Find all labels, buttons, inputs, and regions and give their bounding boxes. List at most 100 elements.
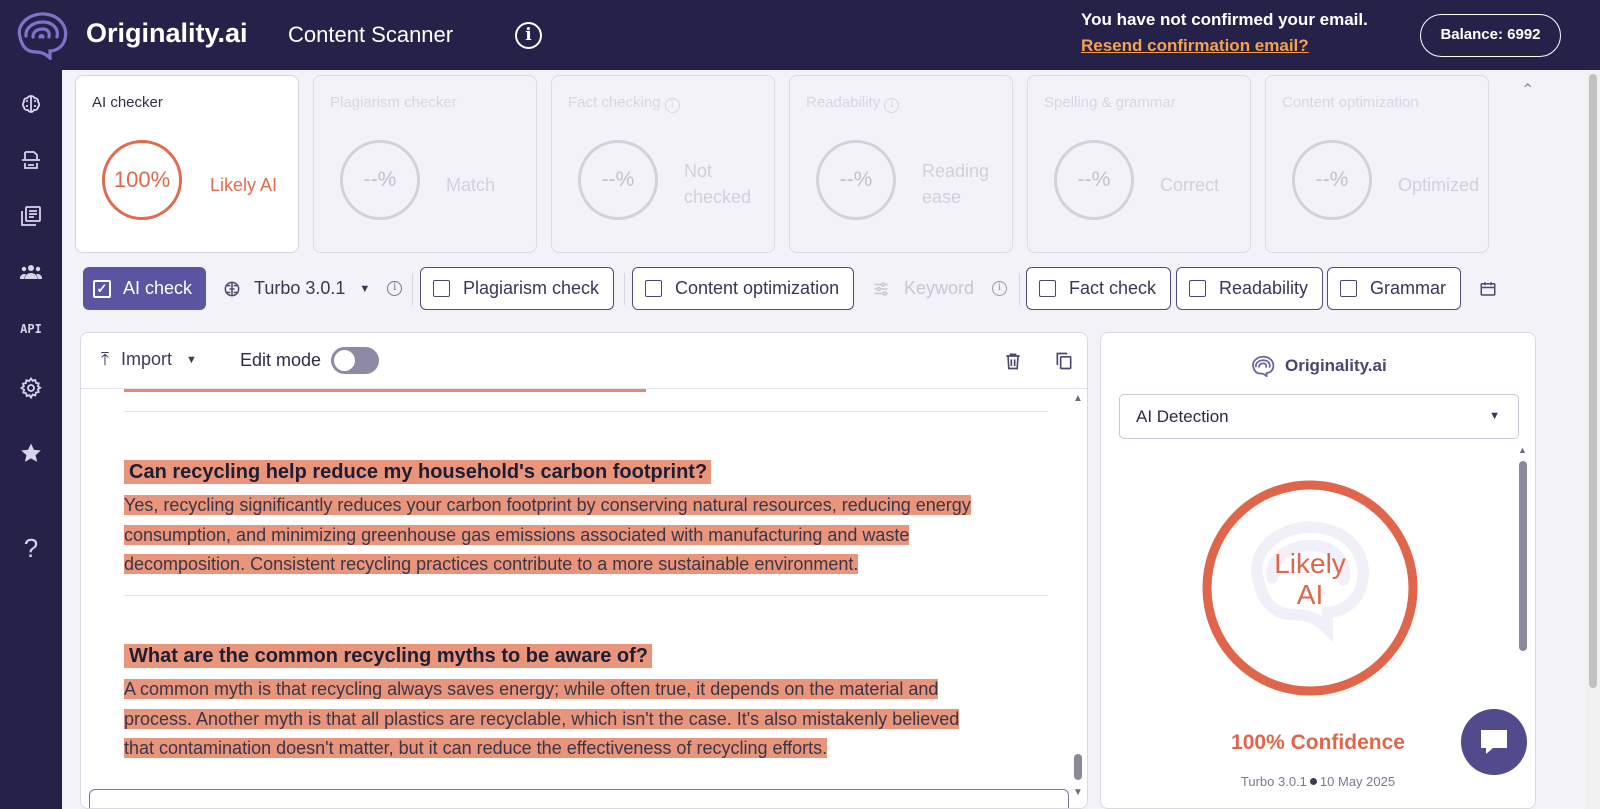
- card-title: Content optimization: [1282, 94, 1419, 111]
- top-bar: Originality.ai Content Scanner i You hav…: [0, 0, 1600, 70]
- card-title: Spelling & grammar: [1044, 94, 1176, 111]
- divider: [624, 273, 625, 305]
- chevron-up-icon[interactable]: ⌃: [1521, 80, 1534, 100]
- card-title: AI checker: [92, 94, 163, 111]
- checkbox-checked-icon: ✓: [93, 279, 111, 298]
- keyword-input[interactable]: Keyword i: [872, 267, 1008, 310]
- gear-icon[interactable]: [15, 372, 47, 404]
- info-icon[interactable]: i: [387, 281, 403, 296]
- resend-confirmation-link[interactable]: Resend confirmation email?: [1081, 36, 1309, 56]
- import-label: Import: [120, 349, 172, 369]
- divider: [412, 273, 413, 305]
- ai-check-button[interactable]: ✓ AI check: [83, 267, 207, 310]
- checkbox-icon: [1039, 280, 1056, 297]
- score-ring: 100%: [102, 140, 182, 220]
- brain-logo-icon: [1252, 355, 1275, 377]
- team-icon[interactable]: [15, 256, 47, 288]
- chevron-down-icon: ▼: [185, 353, 197, 366]
- page-scrollbar-thumb[interactable]: [1589, 74, 1597, 688]
- grammar-toggle[interactable]: Grammar: [1327, 267, 1461, 310]
- card-status-line: checked: [684, 187, 752, 207]
- scroll-up-arrow[interactable]: ▲: [1518, 445, 1527, 455]
- edit-mode-label: Edit mode: [240, 350, 322, 370]
- ring-label-line: AI: [1296, 579, 1324, 610]
- readability-toggle[interactable]: Readability: [1176, 267, 1324, 310]
- card-readability[interactable]: Readability i --% Reading ease: [789, 75, 1013, 253]
- separator-dot: [1309, 778, 1317, 785]
- import-button[interactable]: ⤒ Import ▼: [101, 349, 197, 370]
- detection-type-select[interactable]: AI Detection ▼: [1119, 394, 1519, 439]
- checkbox-icon: [1340, 280, 1357, 297]
- card-status-line: ease: [922, 187, 962, 207]
- upload-icon: ⤒: [101, 349, 109, 369]
- plagiarism-check-label: Plagiarism check: [463, 278, 600, 298]
- model-select[interactable]: Turbo 3.0.1 ▼ i: [222, 267, 403, 310]
- ring-label-line: Likely: [1274, 548, 1346, 579]
- page-scrollbar[interactable]: [1586, 70, 1600, 809]
- faq-answer: A common myth is that recycling always s…: [124, 675, 1048, 764]
- card-plagiarism-checker[interactable]: Plagiarism checker --% Match: [313, 75, 537, 253]
- chat-button[interactable]: [1461, 709, 1527, 775]
- score-ring: --%: [816, 140, 896, 220]
- edit-mode-toggle[interactable]: [331, 347, 379, 374]
- info-icon[interactable]: i: [992, 281, 1008, 296]
- card-status: Reading ease: [922, 158, 989, 210]
- library-icon[interactable]: [15, 200, 47, 232]
- answer-line: process. Another myth is that all plasti…: [124, 705, 1048, 735]
- info-icon[interactable]: i: [664, 98, 680, 113]
- content-optimization-label: Content optimization: [675, 278, 840, 298]
- divider: [124, 595, 1048, 596]
- results-scrollbar[interactable]: [1519, 461, 1527, 651]
- calendar-icon[interactable]: [1479, 267, 1497, 310]
- help-icon[interactable]: ?: [15, 532, 47, 564]
- editor-footer-box: [89, 789, 1069, 808]
- content-optimization-toggle[interactable]: Content optimization: [632, 267, 855, 310]
- card-title: Readability i: [806, 94, 900, 113]
- model-label: Turbo 3.0.1: [254, 278, 346, 298]
- card-spelling-grammar[interactable]: Spelling & grammar --% Correct: [1027, 75, 1251, 253]
- faq-answer: Yes, recycling significantly reduces you…: [124, 491, 1048, 580]
- brain-icon: [224, 281, 240, 296]
- card-content-optimization[interactable]: Content optimization --% Optimized: [1265, 75, 1489, 253]
- copy-icon[interactable]: [1054, 350, 1074, 372]
- card-status-line: Reading: [922, 161, 990, 181]
- brain-logo-icon[interactable]: [12, 10, 72, 60]
- card-title: Fact checking i: [568, 94, 680, 113]
- scroll-down-arrow[interactable]: ▼: [1073, 787, 1083, 798]
- scan-model: Turbo 3.0.1: [1240, 774, 1307, 789]
- chevron-down-icon: ▼: [1489, 410, 1500, 422]
- api-icon[interactable]: API: [15, 313, 47, 345]
- trash-icon[interactable]: [1003, 350, 1023, 372]
- highlighted-text-fragment: [124, 389, 646, 392]
- page-title: Content Scanner: [288, 22, 454, 47]
- info-icon[interactable]: i: [884, 98, 900, 113]
- info-icon[interactable]: i: [515, 22, 542, 49]
- card-ai-checker[interactable]: AI checker 100% Likely AI: [75, 75, 299, 253]
- fact-check-toggle[interactable]: Fact check: [1026, 267, 1172, 310]
- highlighted-text: that contamination doesn't matter, but i…: [124, 738, 828, 758]
- answer-line: consumption, and minimizing greenhouse g…: [124, 521, 1048, 551]
- checkbox-icon: [645, 280, 662, 297]
- score-ring: --%: [1292, 140, 1372, 220]
- scroll-up-arrow[interactable]: ▲: [1073, 393, 1083, 404]
- answer-line: Yes, recycling significantly reduces you…: [124, 491, 1048, 521]
- editor-panel: ⤒ Import ▼ Edit mode Can recycling help …: [80, 332, 1088, 809]
- answer-line: A common myth is that recycling always s…: [124, 675, 1048, 705]
- editor-scrollbar[interactable]: [1074, 754, 1082, 780]
- highlighted-text: consumption, and minimizing greenhouse g…: [124, 524, 910, 545]
- card-status: Correct: [1160, 175, 1220, 195]
- card-status: Match: [446, 175, 496, 195]
- star-icon[interactable]: [15, 437, 47, 469]
- brain-icon[interactable]: [15, 88, 47, 120]
- brand-name[interactable]: Originality.ai: [86, 18, 248, 49]
- highlighted-text: Yes, recycling significantly reduces you…: [124, 495, 971, 515]
- help-label: ?: [23, 532, 39, 563]
- balance-badge[interactable]: Balance: 6992: [1420, 14, 1561, 57]
- highlighted-question: What are the common recycling myths to b…: [124, 644, 653, 668]
- divider: [1019, 273, 1020, 305]
- results-brand: Originality.ai: [1249, 355, 1387, 377]
- scan-document-icon[interactable]: [15, 144, 47, 176]
- score-ring: --%: [340, 140, 420, 220]
- card-fact-checking[interactable]: Fact checking i --% Not checked: [551, 75, 775, 253]
- plagiarism-check-toggle[interactable]: Plagiarism check: [420, 267, 615, 310]
